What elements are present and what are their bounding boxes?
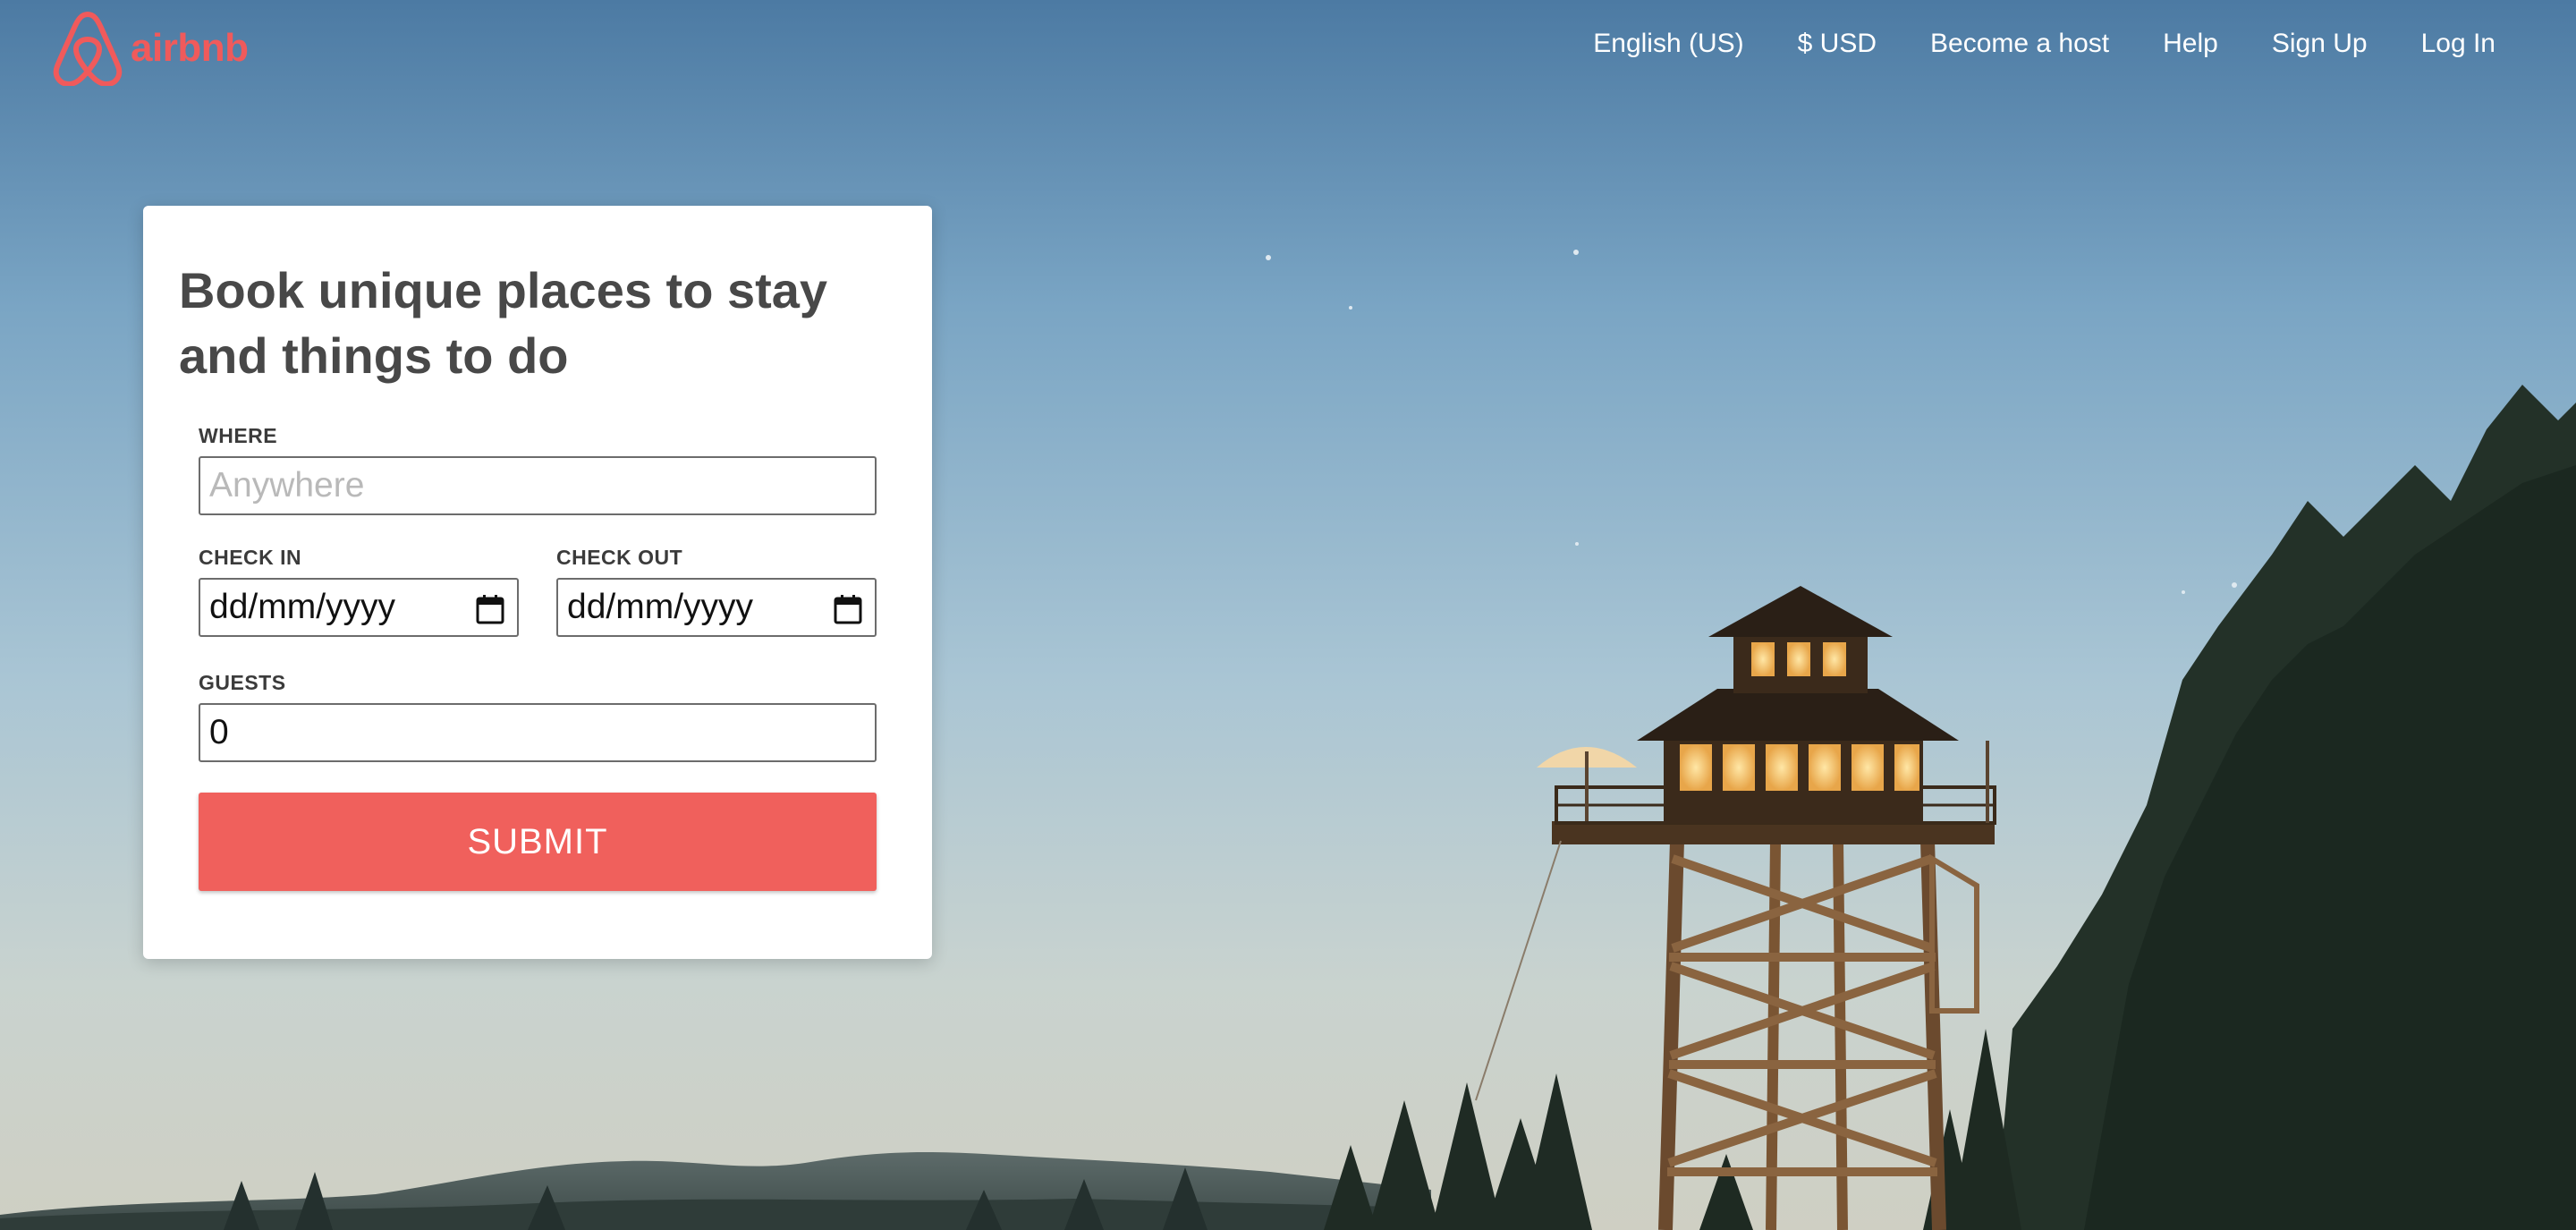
airbnb-belo-icon — [53, 12, 123, 86]
search-card-title: Book unique places to stay and things to… — [179, 262, 828, 384]
check-out-input[interactable]: dd/mm/yyyy — [556, 578, 877, 637]
where-placeholder: Anywhere — [209, 466, 365, 505]
top-navigation: airbnb English (US) $ USD Become a host … — [0, 0, 2576, 98]
check-in-input[interactable]: dd/mm/yyyy — [199, 578, 519, 637]
calendar-icon[interactable] — [834, 594, 862, 624]
nav-item-help[interactable]: Help — [2163, 29, 2218, 59]
where-input[interactable]: Anywhere — [199, 456, 877, 515]
logo-wordmark: airbnb — [131, 26, 249, 70]
guests-label: GUESTS — [199, 671, 286, 694]
nav-item-language[interactable]: English (US) — [1593, 29, 1743, 59]
page: airbnb English (US) $ USD Become a host … — [0, 0, 2576, 1230]
nav-item-currency[interactable]: $ USD — [1798, 29, 1877, 59]
submit-button[interactable]: SUBMIT — [199, 793, 877, 891]
airbnb-logo[interactable]: airbnb — [52, 11, 249, 86]
nav-item-log-in[interactable]: Log In — [2421, 29, 2496, 59]
check-out-value: dd/mm/yyyy — [567, 588, 754, 626]
guests-value: 0 — [209, 713, 229, 751]
nav-item-become-host[interactable]: Become a host — [1930, 29, 2109, 59]
guests-input[interactable]: 0 — [199, 703, 877, 762]
nav-item-sign-up[interactable]: Sign Up — [2272, 29, 2368, 59]
search-card: Book unique places to stay and things to… — [143, 206, 932, 959]
check-in-label: CHECK IN — [199, 546, 302, 569]
calendar-icon[interactable] — [476, 594, 504, 624]
where-label: WHERE — [199, 424, 278, 447]
check-out-label: CHECK OUT — [556, 546, 683, 569]
check-in-value: dd/mm/yyyy — [209, 588, 396, 626]
nav-menu: English (US) $ USD Become a host Help Si… — [1539, 29, 2496, 59]
